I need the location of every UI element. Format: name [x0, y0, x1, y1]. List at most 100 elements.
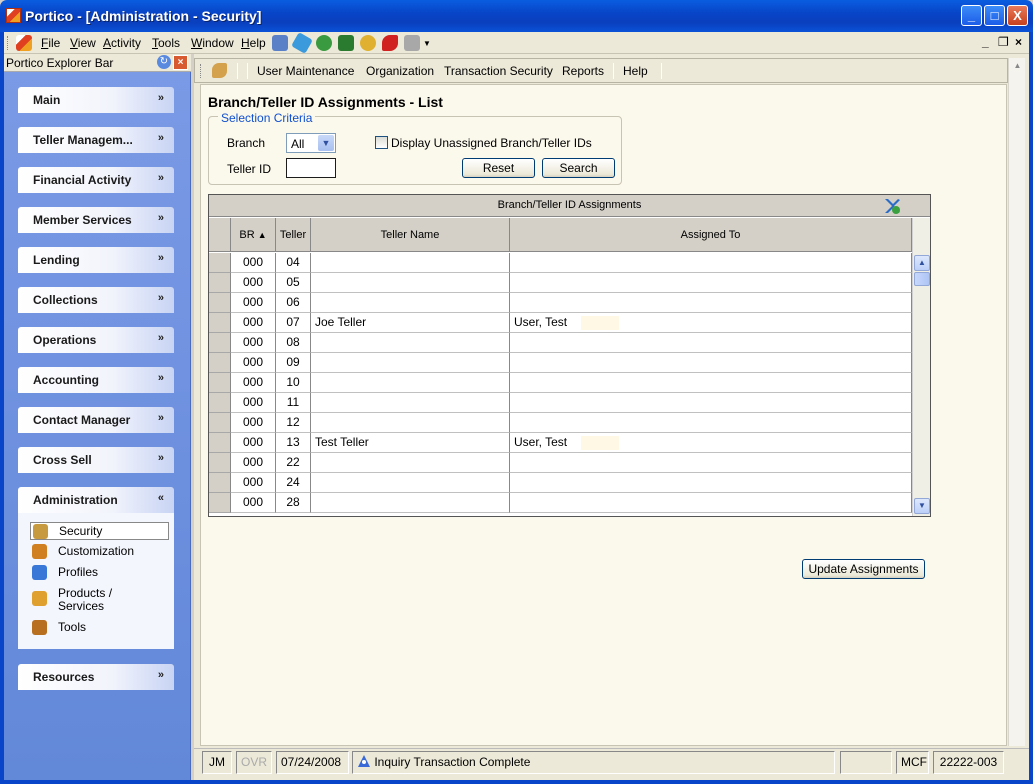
chevron-down-icon[interactable]: » — [158, 412, 164, 424]
cell-teller[interactable]: 07 — [276, 313, 311, 333]
group-accounting[interactable]: Accounting » — [18, 367, 174, 393]
row-selector[interactable] — [209, 373, 231, 393]
group-resources[interactable]: Resources » — [18, 664, 174, 690]
cell-br[interactable]: 000 — [231, 373, 276, 393]
minimize-button[interactable]: _ — [961, 5, 982, 26]
group-teller-management[interactable]: Teller Managem... » — [18, 127, 174, 153]
cell-assigned-to[interactable] — [510, 493, 912, 513]
cell-teller[interactable]: 09 — [276, 353, 311, 373]
column-header-teller-name[interactable]: Teller Name — [311, 218, 510, 252]
mdi-restore-button[interactable]: ❐ — [998, 35, 1009, 49]
cell-assigned-to[interactable] — [510, 373, 912, 393]
scroll-down-icon[interactable]: ▼ — [914, 498, 930, 514]
link-help[interactable]: Help — [623, 64, 648, 78]
admin-item-security[interactable]: Security — [30, 522, 169, 540]
cell-teller[interactable]: 22 — [276, 453, 311, 473]
cell-teller-name[interactable] — [311, 353, 510, 373]
cell-assigned-to[interactable] — [510, 393, 912, 413]
menu-grip[interactable] — [7, 36, 10, 50]
admin-item-tools[interactable]: Tools — [30, 619, 169, 637]
display-unassigned-checkbox[interactable] — [375, 136, 388, 149]
menu-help[interactable]: Help — [241, 36, 266, 50]
cell-assigned-to[interactable] — [510, 253, 912, 273]
explorer-close-button[interactable]: × — [173, 55, 188, 70]
cell-teller-name[interactable] — [311, 273, 510, 293]
link-organization[interactable]: Organization — [366, 64, 434, 78]
menu-activity[interactable]: Activity — [103, 36, 141, 50]
mdi-close-button[interactable]: × — [1015, 35, 1022, 49]
cell-br[interactable]: 000 — [231, 333, 276, 353]
cell-br[interactable]: 000 — [231, 353, 276, 373]
cell-assigned-to[interactable] — [510, 353, 912, 373]
cell-teller[interactable]: 10 — [276, 373, 311, 393]
scroll-thumb[interactable] — [914, 272, 930, 286]
menu-tools[interactable]: Tools — [152, 36, 180, 50]
cell-teller[interactable]: 13 — [276, 433, 311, 453]
cell-teller[interactable]: 06 — [276, 293, 311, 313]
row-selector[interactable] — [209, 273, 231, 293]
group-operations[interactable]: Operations » — [18, 327, 174, 353]
cell-br[interactable]: 000 — [231, 493, 276, 513]
toolbar-grip[interactable] — [200, 64, 203, 78]
excel-export-icon[interactable] — [883, 197, 901, 215]
scroll-up-icon[interactable]: ▲ — [1010, 58, 1025, 74]
cell-teller-name[interactable]: Test Teller — [311, 433, 510, 453]
cell-teller[interactable]: 28 — [276, 493, 311, 513]
group-contact-manager[interactable]: Contact Manager » — [18, 407, 174, 433]
chevron-down-icon[interactable]: » — [158, 332, 164, 344]
row-selector[interactable] — [209, 333, 231, 353]
cell-teller-name[interactable] — [311, 453, 510, 473]
group-financial-activity[interactable]: Financial Activity » — [18, 167, 174, 193]
row-selector[interactable] — [209, 433, 231, 453]
cell-teller-name[interactable] — [311, 393, 510, 413]
cell-br[interactable]: 000 — [231, 253, 276, 273]
chevron-down-icon[interactable]: » — [158, 372, 164, 384]
menu-window[interactable]: Window — [191, 36, 234, 50]
cell-teller-name[interactable] — [311, 473, 510, 493]
mdi-minimize-button[interactable]: _ — [982, 35, 989, 49]
cell-teller[interactable]: 12 — [276, 413, 311, 433]
title-bar[interactable]: Portico - [Administration - Security] _ … — [0, 0, 1033, 32]
chevron-down-icon[interactable]: » — [158, 172, 164, 184]
close-button[interactable]: X — [1007, 5, 1028, 26]
search-button[interactable]: Search — [542, 158, 615, 178]
group-cross-sell[interactable]: Cross Sell » — [18, 447, 174, 473]
column-header-assigned-to[interactable]: Assigned To — [510, 218, 912, 252]
update-assignments-button[interactable]: Update Assignments — [802, 559, 925, 579]
reset-button[interactable]: Reset — [462, 158, 535, 178]
cell-teller-name[interactable] — [311, 253, 510, 273]
chevron-down-icon[interactable]: » — [158, 292, 164, 304]
keys-icon[interactable] — [212, 63, 227, 78]
row-selector[interactable] — [209, 253, 231, 273]
coins-icon[interactable] — [360, 35, 376, 51]
printer-icon[interactable] — [404, 35, 420, 51]
row-selector[interactable] — [209, 293, 231, 313]
cell-assigned-to[interactable]: User, Test — [510, 433, 912, 453]
cell-br[interactable]: 000 — [231, 293, 276, 313]
group-main[interactable]: Main » — [18, 87, 174, 113]
cell-assigned-to[interactable] — [510, 473, 912, 493]
column-header-teller[interactable]: Teller — [276, 218, 311, 252]
row-selector[interactable] — [209, 413, 231, 433]
row-selector[interactable] — [209, 453, 231, 473]
chevron-down-icon[interactable]: ▼ — [318, 135, 334, 151]
maximize-button[interactable]: □ — [984, 5, 1005, 26]
card-icon[interactable] — [291, 32, 313, 54]
portico-doc-icon[interactable] — [16, 35, 32, 51]
printer-dropdown-icon[interactable]: ▼ — [423, 39, 431, 48]
menu-view[interactable]: View — [70, 36, 96, 50]
chevron-down-icon[interactable]: » — [158, 132, 164, 144]
money-bag-icon[interactable] — [316, 35, 332, 51]
people-icon[interactable] — [272, 35, 288, 51]
teller-id-input[interactable] — [286, 158, 336, 178]
row-selector[interactable] — [209, 313, 231, 333]
row-selector[interactable] — [209, 493, 231, 513]
main-scrollbar[interactable]: ▲ — [1008, 58, 1025, 746]
cell-teller-name[interactable] — [311, 293, 510, 313]
admin-item-profiles[interactable]: Profiles — [30, 564, 169, 582]
chevron-up-icon[interactable]: « — [158, 492, 164, 504]
forward-arrow-icon[interactable] — [382, 35, 398, 51]
link-user-maintenance[interactable]: User Maintenance — [257, 64, 354, 78]
cell-teller[interactable]: 08 — [276, 333, 311, 353]
cell-teller-name[interactable] — [311, 493, 510, 513]
